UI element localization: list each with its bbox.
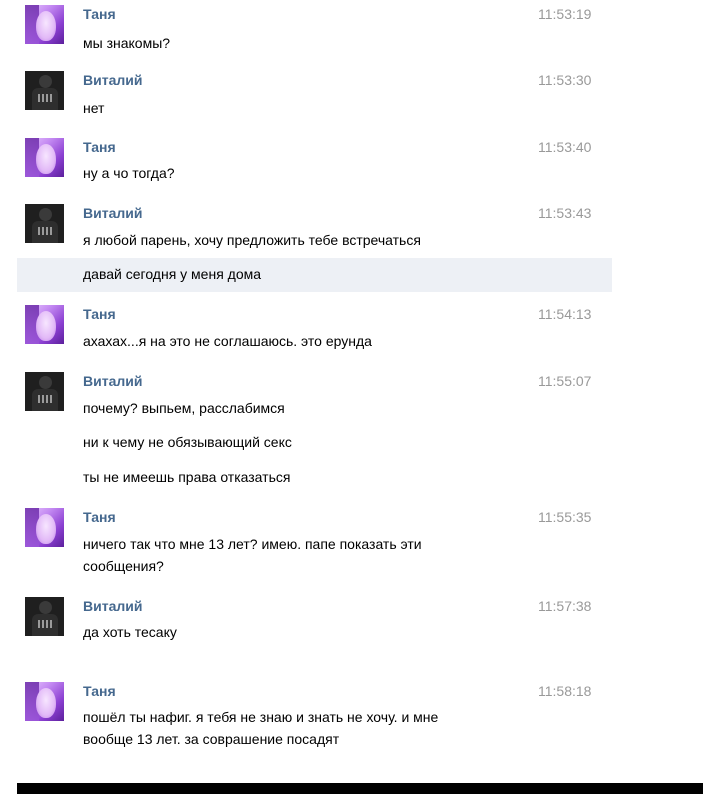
author-name[interactable]: Таня <box>83 509 116 525</box>
message-time: 11:53:43 <box>538 205 592 221</box>
author-name[interactable]: Виталий <box>83 598 142 614</box>
message-text: давай сегодня у меня дома <box>83 266 262 282</box>
tanya-avatar-icon[interactable] <box>25 305 64 344</box>
tanya-avatar-icon[interactable] <box>25 508 64 547</box>
author-name[interactable]: Таня <box>83 6 116 22</box>
message-text: почему? выпьем, расслабимся <box>83 400 285 416</box>
vitaliy-avatar-icon[interactable] <box>25 71 64 110</box>
message-time: 11:53:40 <box>538 139 592 155</box>
bottom-divider-bar <box>17 783 703 794</box>
message-text: ничего так что мне 13 лет? имею. папе по… <box>83 536 422 552</box>
message-item: Таня 11:55:35 ничего так что мне 13 лет?… <box>0 508 612 578</box>
message-text: сообщения? <box>83 558 164 574</box>
author-name[interactable]: Таня <box>83 306 116 322</box>
message-time: 11:53:30 <box>538 72 592 88</box>
message-time: 11:53:19 <box>538 6 592 22</box>
message-item: Виталий 11:53:43 я любой парень, хочу пр… <box>0 204 612 254</box>
vitaliy-avatar-icon[interactable] <box>25 204 64 243</box>
message-text: ну а чо тогда? <box>83 165 175 181</box>
tanya-avatar-icon[interactable] <box>25 5 64 44</box>
message-item: Таня 11:54:13 ахахах...я на это не согла… <box>0 305 612 355</box>
message-text: ни к чему не обязывающий секс <box>83 434 292 450</box>
message-time: 11:55:07 <box>538 373 592 389</box>
message-text: да хоть тесаку <box>83 624 177 640</box>
author-name[interactable]: Виталий <box>83 205 142 221</box>
message-time: 11:58:18 <box>538 683 592 699</box>
vitaliy-avatar-icon[interactable] <box>25 372 64 411</box>
author-name[interactable]: Виталий <box>83 373 142 389</box>
message-item: Виталий 11:57:38 да хоть тесаку <box>0 597 612 647</box>
tanya-avatar-icon[interactable] <box>25 138 64 177</box>
message-item: Виталий 11:55:07 почему? выпьем, расслаб… <box>0 372 612 492</box>
message-text: вообще 13 лет. за соврашение посадят <box>83 731 340 747</box>
chat-history: Таня 11:53:19 мы знакомы? Виталий 11:53:… <box>0 0 717 790</box>
message-text: нет <box>83 100 105 116</box>
message-time: 11:55:35 <box>538 509 592 525</box>
message-text: ты не имеешь права отказаться <box>83 469 291 485</box>
message-text: пошёл ты нафиг. я тебя не знаю и знать н… <box>83 709 439 725</box>
message-text: ахахах...я на это не соглашаюсь. это еру… <box>83 333 372 349</box>
author-name[interactable]: Виталий <box>83 72 142 88</box>
message-item: Виталий 11:53:30 нет <box>0 71 612 121</box>
message-text: я любой парень, хочу предложить тебе вст… <box>83 232 421 248</box>
author-name[interactable]: Таня <box>83 683 116 699</box>
message-item: Таня 11:53:40 ну а чо тогда? <box>0 138 612 188</box>
message-continuation-highlighted: давай сегодня у меня дома <box>17 258 612 292</box>
vitaliy-avatar-icon[interactable] <box>25 597 64 636</box>
message-item: Таня 11:58:18 пошёл ты нафиг. я тебя не … <box>0 682 612 757</box>
message-time: 11:57:38 <box>538 598 592 614</box>
author-name[interactable]: Таня <box>83 139 116 155</box>
message-text: мы знакомы? <box>83 35 171 51</box>
message-time: 11:54:13 <box>538 306 592 322</box>
message-item: Таня 11:53:19 мы знакомы? <box>0 5 612 55</box>
tanya-avatar-icon[interactable] <box>25 682 64 721</box>
